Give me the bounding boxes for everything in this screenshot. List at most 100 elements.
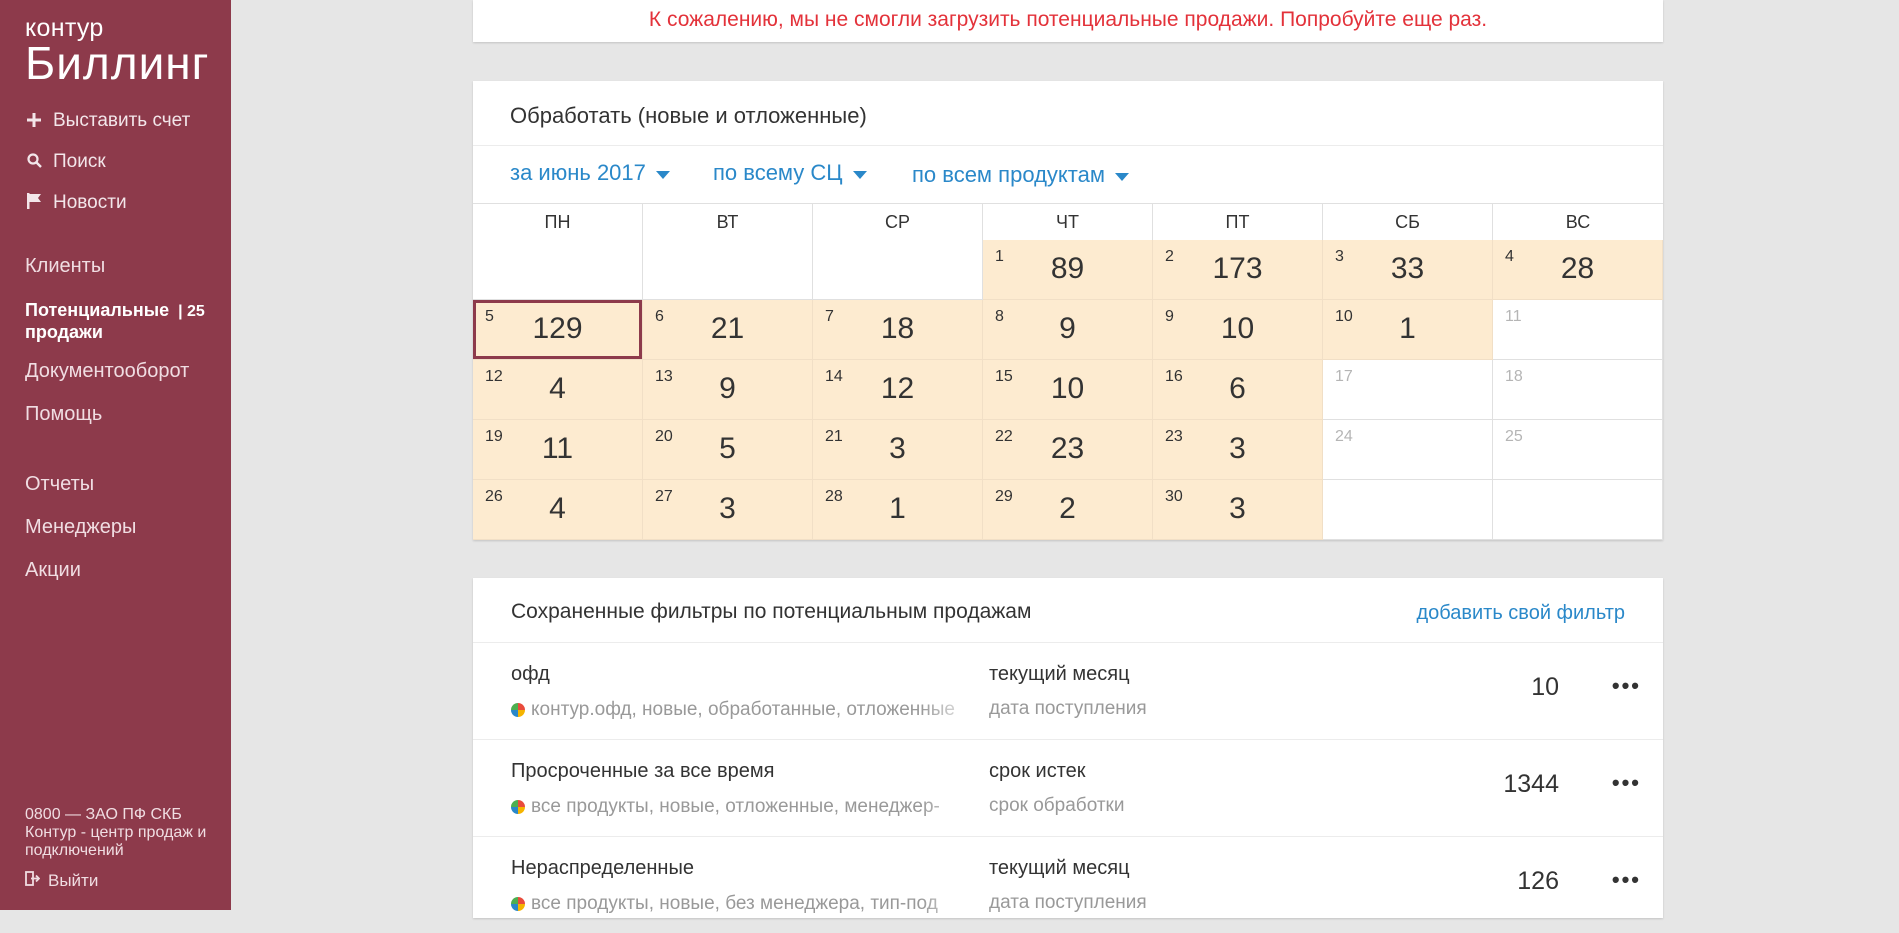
- search-icon: [25, 152, 43, 173]
- calendar-day-count: 5: [719, 432, 736, 465]
- weekday-label: СР: [813, 204, 983, 240]
- calendar-day-cell[interactable]: 3 33: [1323, 240, 1493, 300]
- sidebar-item-potential-sales[interactable]: Потенциальные | 25 продажи: [25, 300, 205, 342]
- chevron-down-icon: [1114, 172, 1129, 181]
- calendar-day-count: 1: [1399, 312, 1416, 345]
- calendar-day-cell[interactable]: 28 1: [813, 480, 983, 540]
- calendar-day-cell[interactable]: 13 9: [643, 360, 813, 420]
- text-fade: [921, 698, 981, 722]
- scope-filter-dropdown[interactable]: по всему СЦ: [713, 160, 867, 186]
- calendar-day-count: 89: [1050, 252, 1085, 285]
- filter-count: 126: [1517, 867, 1559, 895]
- more-options-icon[interactable]: •••: [1612, 673, 1641, 699]
- calendar-day-cell[interactable]: 5 129: [473, 300, 643, 360]
- chevron-down-icon: [852, 170, 867, 179]
- products-filter-dropdown[interactable]: по всем продуктам: [912, 162, 1129, 188]
- calendar-day-count: 23: [1050, 432, 1085, 465]
- organization-info: 0800 — ЗАО ПФ СКБ Контур - центр продаж …: [25, 806, 207, 859]
- calendar-day-cell[interactable]: 21 3: [813, 420, 983, 480]
- weekday-label: ПН: [473, 204, 643, 240]
- calendar-day-cell[interactable]: 23 3: [1153, 420, 1323, 480]
- sidebar-item-help[interactable]: Помощь: [25, 403, 102, 426]
- calendar-day-cell: 24: [1323, 420, 1493, 480]
- calendar-day-cell: 17: [1323, 360, 1493, 420]
- calendar-day-count: 3: [719, 492, 736, 525]
- calendar-day-count: 4: [549, 492, 566, 525]
- calendar-day-cell[interactable]: 15 10: [983, 360, 1153, 420]
- filter-name: офд: [511, 663, 550, 685]
- calendar-day-count: 9: [1059, 312, 1076, 345]
- calendar-day-cell[interactable]: 27 3: [643, 480, 813, 540]
- sidebar-item-promos[interactable]: Акции: [25, 559, 81, 582]
- create-invoice-link[interactable]: Выставить счет: [25, 110, 190, 132]
- calendar-day-cell[interactable]: 7 18: [813, 300, 983, 360]
- calendar-day-count: 12: [880, 372, 915, 405]
- calendar-day-cell[interactable]: 9 10: [1153, 300, 1323, 360]
- products-multicolor-icon: [511, 800, 525, 814]
- calendar-day-count: 18: [880, 312, 915, 345]
- sidebar-item-managers[interactable]: Менеджеры: [25, 516, 136, 539]
- saved-filters-panel: Сохраненные фильтры по потенциальным про…: [473, 578, 1663, 918]
- calendar-day-cell: [813, 240, 983, 300]
- sidebar-item-clients[interactable]: Клиенты: [25, 255, 105, 278]
- calendar-day-cell: 25: [1493, 420, 1663, 480]
- filter-description-text: все продукты, новые, отложенные, менедже…: [531, 796, 940, 817]
- calendar-title: Обработать (новые и отложенные): [510, 103, 867, 128]
- calendar-day-count: 3: [889, 432, 906, 465]
- logout-link[interactable]: Выйти: [25, 871, 98, 891]
- logo[interactable]: контур Биллинг: [25, 14, 209, 86]
- calendar-day-number: 25: [1505, 428, 1523, 445]
- calendar-day-cell[interactable]: 12 4: [473, 360, 643, 420]
- sidebar-item-label: продажи: [25, 322, 103, 342]
- calendar-day-cell[interactable]: 6 21: [643, 300, 813, 360]
- calendar-day-cell[interactable]: 30 3: [1153, 480, 1323, 540]
- calendar-day-cell[interactable]: 2 173: [1153, 240, 1323, 300]
- create-invoice-label: Выставить счет: [53, 110, 191, 131]
- calendar-day-cell[interactable]: 14 12: [813, 360, 983, 420]
- calendar-day-cell: 11: [1493, 300, 1663, 360]
- calendar-day-number: 17: [1335, 368, 1353, 385]
- plus-icon: [25, 111, 43, 132]
- calendar-day-cell[interactable]: 89: [983, 300, 1153, 360]
- error-message: К сожалению, мы не смогли загрузить поте…: [648, 8, 1488, 31]
- add-filter-link[interactable]: добавить свой фильтр: [1416, 602, 1625, 625]
- calendar-day-cell[interactable]: 20 5: [643, 420, 813, 480]
- period-filter-dropdown[interactable]: за июнь 2017: [510, 160, 670, 186]
- sidebar-item-reports[interactable]: Отчеты: [25, 473, 94, 496]
- calendar-day-count: 11: [541, 432, 574, 465]
- filter-description-text: контур.офд, новые, обработанные, отложен…: [531, 699, 956, 720]
- calendar-day-count: 129: [532, 312, 583, 345]
- calendar-day-cell[interactable]: 4 28: [1493, 240, 1663, 300]
- filter-basis: срок обработки: [989, 795, 1125, 816]
- calendar-day-count: 28: [1560, 252, 1595, 285]
- calendar-day-cell[interactable]: 16 6: [1153, 360, 1323, 420]
- filter-description: все продукты, новые, отложенные, менедже…: [511, 795, 981, 819]
- saved-filter-row[interactable]: офд контур.офд, новые, обработанные, отл…: [473, 643, 1663, 739]
- calendar-day-cell[interactable]: 10 1: [1323, 300, 1493, 360]
- calendar-day-cell[interactable]: 26 4: [473, 480, 643, 540]
- more-options-icon[interactable]: •••: [1612, 770, 1641, 796]
- saved-filter-row[interactable]: Просроченные за все время все продукты, …: [473, 740, 1663, 836]
- calendar-day-cell[interactable]: 29 2: [983, 480, 1153, 540]
- filter-period: текущий месяц: [989, 857, 1130, 879]
- saved-filter-row[interactable]: Нераспределенные все продукты, новые, бе…: [473, 837, 1663, 933]
- calendar-day-count: 9: [719, 372, 736, 405]
- scope-filter-label: по всему СЦ: [713, 160, 843, 185]
- filter-period: текущий месяц: [989, 663, 1130, 685]
- calendar-day-count: 3: [1229, 492, 1246, 525]
- weekday-label: СБ: [1323, 204, 1493, 240]
- calendar-day-count: 10: [1220, 312, 1255, 345]
- calendar-day-cell: 18: [1493, 360, 1663, 420]
- search-link[interactable]: Поиск: [25, 151, 106, 173]
- news-link[interactable]: Новости: [25, 192, 127, 214]
- sidebar-item-docflow[interactable]: Документооборот: [25, 360, 189, 383]
- calendar-day-cell[interactable]: 1 89: [983, 240, 1153, 300]
- sidebar: контур Биллинг Выставить счет Поиск Ново…: [0, 0, 231, 910]
- more-options-icon[interactable]: •••: [1612, 867, 1641, 893]
- saved-filters-title: Сохраненные фильтры по потенциальным про…: [511, 600, 1032, 623]
- divider: [473, 145, 1663, 146]
- calendar-day-count: 10: [1050, 372, 1085, 405]
- calendar-day-cell[interactable]: 22 23: [983, 420, 1153, 480]
- calendar-day-cell[interactable]: 19 11: [473, 420, 643, 480]
- calendar-day-count: 173: [1212, 252, 1263, 285]
